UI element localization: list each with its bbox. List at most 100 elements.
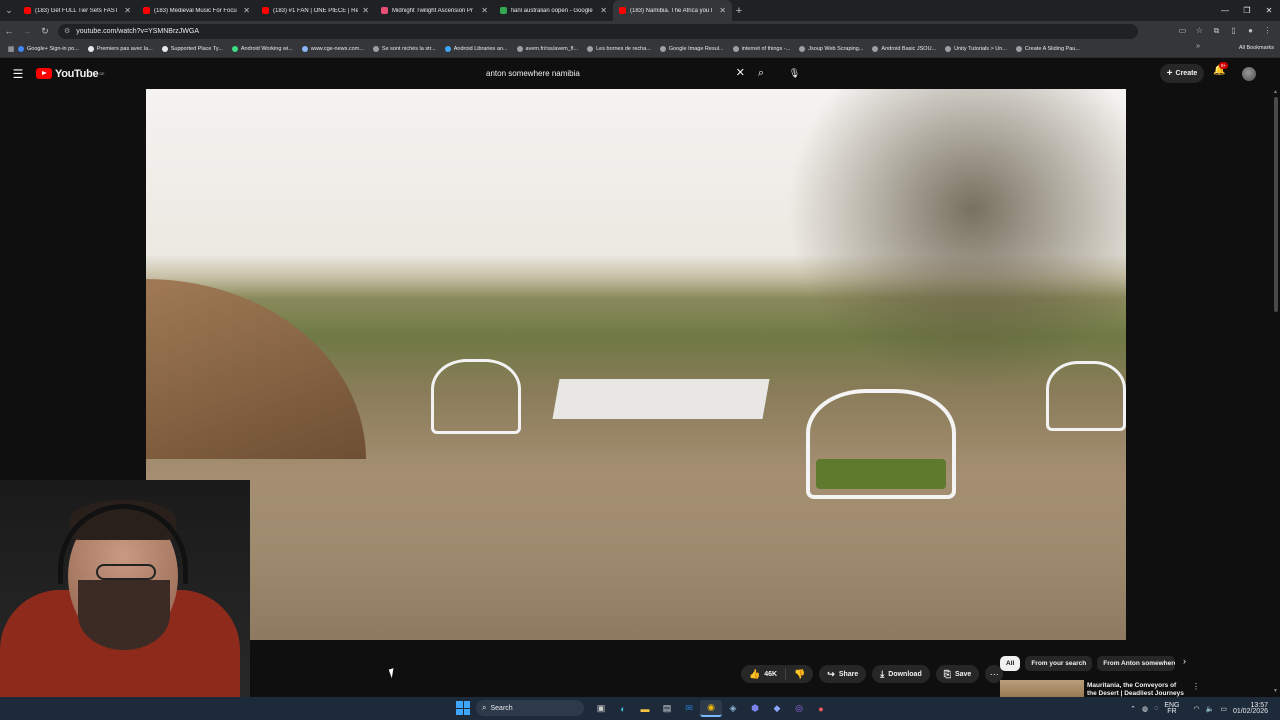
tray-chevron-icon[interactable]: ⌃ xyxy=(1130,705,1136,713)
minimize-icon[interactable]: — xyxy=(1214,0,1236,21)
browser-tab[interactable]: (183) Namibia. The Africa you l ✕ xyxy=(613,0,732,21)
download-button[interactable]: ⤓ Download xyxy=(872,665,930,683)
bookmark-favicon-icon xyxy=(231,46,238,52)
avatar[interactable] xyxy=(1242,67,1256,81)
like-button[interactable]: 👍 46K xyxy=(741,668,787,680)
outlook-icon[interactable]: ✉ xyxy=(678,700,700,717)
browser-tab[interactable]: fianl australian oopen - Google ✕ xyxy=(494,0,613,21)
bookmark-item[interactable]: Create A Sliding Pau... xyxy=(1015,46,1080,52)
back-icon[interactable]: ← xyxy=(0,26,18,36)
browser-tab[interactable]: (183) Medieval Music For Focu ✕ xyxy=(137,0,256,21)
create-button[interactable]: + Create xyxy=(1160,64,1204,83)
bookmark-item[interactable]: Se sont nichés la str... xyxy=(372,46,436,52)
all-bookmarks-link[interactable]: All Bookmarks xyxy=(1239,45,1274,51)
bookmark-item[interactable]: internet of things -... xyxy=(732,46,790,52)
app-icon[interactable]: ◆ xyxy=(766,700,788,717)
bookmark-item[interactable]: Supported Place Ty... xyxy=(161,46,223,52)
bookmark-favicon-icon xyxy=(516,46,523,52)
tab-close-icon[interactable]: ✕ xyxy=(481,6,488,15)
search-input[interactable]: anton somewhere namibia ✕ xyxy=(479,63,747,84)
sidepanel-icon[interactable]: ▯ xyxy=(1225,26,1242,36)
bookmark-favicon-icon xyxy=(444,46,451,52)
share-button[interactable]: ↪ Share xyxy=(819,665,867,683)
teams-icon[interactable]: ⬢ xyxy=(744,700,766,717)
bookmark-favicon-icon xyxy=(659,46,666,52)
tray-headset-icon[interactable]: ◌ xyxy=(1154,705,1158,712)
tab-search-icon[interactable]: ⌄ xyxy=(0,0,18,21)
bookmark-favicon-icon xyxy=(161,46,168,52)
clear-search-icon[interactable]: ✕ xyxy=(736,66,745,79)
battery-icon[interactable]: ▭ xyxy=(1220,705,1227,713)
extensions-icon[interactable]: ⧉ xyxy=(1208,26,1225,36)
tab-close-icon[interactable]: ✕ xyxy=(362,6,369,15)
save-button[interactable]: ⎘ Save xyxy=(935,665,980,683)
bookmark-item[interactable]: Google+ Sign-in po... xyxy=(18,46,79,52)
tab-close-icon[interactable]: ✕ xyxy=(600,6,607,15)
browser-tab[interactable]: Midnight Twilight Ascension Pr ✕ xyxy=(375,0,494,21)
store-icon[interactable]: ▤ xyxy=(656,700,678,717)
bookmark-star-icon[interactable]: ☆ xyxy=(1191,26,1208,36)
cast-icon[interactable]: ▭ xyxy=(1174,26,1191,36)
bookmark-item[interactable]: Jsoup Web Scraping... xyxy=(799,46,863,52)
bookmark-item[interactable]: Unity Tutorials > Un... xyxy=(945,46,1007,52)
maximize-icon[interactable]: ❐ xyxy=(1236,0,1258,21)
bookmark-item[interactable]: Premiers pas avec la... xyxy=(87,46,153,52)
bookmark-item[interactable]: avem.fr/rss/avem_fl... xyxy=(516,46,578,52)
search-icon[interactable]: ⌕ xyxy=(750,63,772,84)
chip-all[interactable]: All xyxy=(1000,655,1021,671)
volume-icon[interactable]: 🔈 xyxy=(1206,705,1215,713)
apps-icon[interactable]: ▦ xyxy=(4,45,18,53)
browser-tab[interactable]: (183) #1 FAN | ONE PIECE | Re ✕ xyxy=(256,0,375,21)
bookmark-item[interactable]: Android Working wi... xyxy=(231,46,293,52)
tray-app-icon[interactable]: ◍ xyxy=(1142,705,1148,713)
logo-text: YouTube xyxy=(55,67,99,80)
notifications-icon[interactable]: 🔔 9+ xyxy=(1213,62,1229,76)
tab-close-icon[interactable]: ✕ xyxy=(243,6,250,15)
scrollbar-thumb[interactable] xyxy=(1274,97,1278,312)
browser-tab[interactable]: (183) Get FULL Tier Sets FAST f ✕ xyxy=(18,0,137,21)
tab-title: (183) Get FULL Tier Sets FAST f xyxy=(35,7,121,14)
bookmark-item[interactable]: www.cge-news.com... xyxy=(301,46,364,52)
scroll-up-icon[interactable]: ▲ xyxy=(1273,89,1278,95)
chip-from-channel[interactable]: From Anton somewhere xyxy=(1097,655,1176,671)
reload-icon[interactable]: ↻ xyxy=(36,26,54,37)
chevron-right-icon[interactable]: › xyxy=(1183,656,1186,666)
menu-icon[interactable]: ☰ xyxy=(0,67,36,81)
language-indicator[interactable]: ENG FR xyxy=(1164,702,1185,715)
bookmark-favicon-icon xyxy=(732,46,739,52)
url-field[interactable]: ⚙ youtube.com/watch?v=YSMNBrzJWGA xyxy=(58,23,1138,39)
bookmark-item[interactable]: Android Basic JSOU... xyxy=(872,46,936,52)
task-view-icon[interactable]: ▣ xyxy=(590,700,612,717)
video-player[interactable] xyxy=(146,89,1126,640)
microphone-icon[interactable]: 🎙 xyxy=(784,63,805,84)
bookmark-item[interactable]: Les bornes de recha... xyxy=(587,46,651,52)
close-window-icon[interactable]: ✕ xyxy=(1258,0,1280,21)
record-icon[interactable]: ● xyxy=(810,700,832,717)
taskbar-search[interactable]: ⌕ Search xyxy=(476,700,584,716)
more-bookmarks-icon[interactable]: » xyxy=(1196,43,1200,50)
tab-close-icon[interactable]: ✕ xyxy=(719,6,726,15)
obs-icon[interactable]: ◎ xyxy=(788,700,810,717)
bookmark-item[interactable]: Google Image Resul... xyxy=(659,46,724,52)
clock[interactable]: 13:57 01/02/2026 xyxy=(1233,702,1274,715)
site-info-icon[interactable]: ⚙ xyxy=(64,27,70,35)
forward-icon[interactable]: → xyxy=(18,26,36,36)
browser-menu-icon[interactable]: ⋮ xyxy=(1259,26,1276,36)
browser-tab-strip: ⌄ (183) Get FULL Tier Sets FAST f ✕ (183) … xyxy=(0,0,1280,21)
scroll-down-icon[interactable]: ▼ xyxy=(1273,688,1278,694)
profile-icon[interactable]: ● xyxy=(1242,26,1259,36)
new-tab-icon[interactable]: + xyxy=(732,5,746,17)
page-scrollbar[interactable] xyxy=(1273,89,1280,699)
edge-icon[interactable]: ◐ xyxy=(612,700,634,717)
file-explorer-icon[interactable]: ▬ xyxy=(634,700,656,717)
tab-close-icon[interactable]: ✕ xyxy=(124,6,131,15)
bookmark-item[interactable]: Android Libraries an... xyxy=(444,46,508,52)
windows-start-icon[interactable] xyxy=(456,701,470,715)
wifi-icon[interactable]: ◠ xyxy=(1194,705,1200,713)
dislike-icon[interactable]: 👎 xyxy=(786,669,813,680)
chrome-icon[interactable]: ◉ xyxy=(700,700,722,717)
youtube-logo[interactable]: YouTube DE xyxy=(36,67,105,80)
steam-icon[interactable]: ◈ xyxy=(722,700,744,717)
recommended-menu-icon[interactable]: ⋮ xyxy=(1192,682,1200,691)
chip-from-search[interactable]: From your search xyxy=(1025,655,1093,671)
